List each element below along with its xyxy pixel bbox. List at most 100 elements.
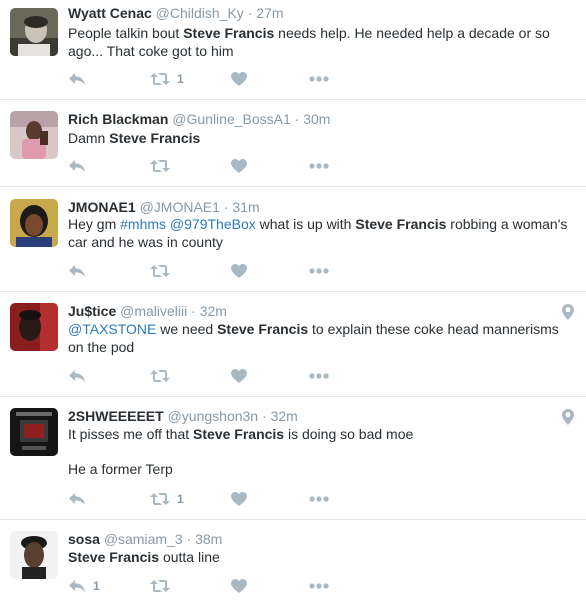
retweet-button[interactable] [150, 578, 177, 594]
retweet-button[interactable]: 1 [150, 71, 184, 87]
tweet-actions [68, 263, 348, 279]
timestamp[interactable]: 30m [303, 111, 330, 127]
tweet[interactable]: Rich Blackman @Gunline_BossA1 · 30m Damn… [0, 100, 586, 187]
tweet[interactable]: 2SHWEEEEET @yungshon3n · 32m It pisses m… [0, 397, 586, 520]
retweet-button[interactable]: 1 [150, 491, 184, 507]
like-button[interactable] [231, 158, 247, 174]
separator-dot: · [191, 303, 196, 319]
like-button[interactable] [231, 71, 247, 87]
more-button[interactable] [309, 158, 329, 174]
reply-button[interactable] [68, 491, 86, 507]
heart-icon [231, 159, 247, 173]
username[interactable]: @maliveliii [120, 303, 187, 319]
username[interactable]: @Childish_Ky [156, 5, 244, 21]
retweet-button[interactable] [150, 368, 177, 384]
username[interactable]: @samiam_3 [104, 531, 183, 547]
avatar[interactable] [10, 408, 58, 456]
separator-dot: · [223, 199, 229, 215]
timestamp[interactable]: 32m [271, 408, 298, 424]
username[interactable]: @yungshon3n [168, 408, 259, 424]
tweet-text: It pisses me off that Steve Francis is d… [68, 425, 568, 478]
separator-dot: · [262, 408, 267, 424]
tweet[interactable]: Wyatt Cenac @Childish_Ky · 27m People ta… [0, 0, 586, 100]
text-segment: what is up with [255, 216, 356, 232]
tweet-header: Rich Blackman @Gunline_BossA1 · 30m [68, 110, 330, 128]
tweet-actions: 1 [68, 71, 348, 87]
tweet-text: People talkin bout Steve Francis needs h… [68, 24, 568, 60]
more-button[interactable] [309, 491, 329, 507]
avatar[interactable] [10, 111, 58, 159]
tweet[interactable]: JMONAE1 @JMONAE1 · 31m Hey gm #mhms @979… [0, 187, 586, 292]
timestamp[interactable]: 27m [256, 5, 283, 21]
avatar[interactable] [10, 8, 58, 56]
tweet-actions: 1 [68, 578, 348, 594]
tweet-header: 2SHWEEEEET @yungshon3n · 32m [68, 407, 298, 425]
avatar[interactable] [10, 303, 58, 351]
tweet[interactable]: sosa @samiam_3 · 38m Steve Francis outta… [0, 520, 586, 606]
heart-icon [231, 492, 247, 506]
retweet-icon [150, 265, 170, 277]
more-button[interactable] [309, 263, 329, 279]
reply-button[interactable] [68, 368, 86, 384]
like-button[interactable] [231, 368, 247, 384]
like-button[interactable] [231, 491, 247, 507]
tweet-header: sosa @samiam_3 · 38m [68, 530, 222, 548]
hashtag-link[interactable]: #mhms [120, 216, 166, 232]
tweet-text: @TAXSTONE we need Steve Francis to expla… [68, 320, 568, 356]
retweet-button[interactable] [150, 158, 177, 174]
tweet-actions [68, 368, 348, 384]
retweet-icon [150, 370, 170, 382]
more-dots-icon [309, 163, 329, 169]
reply-button[interactable]: 1 [68, 578, 100, 594]
display-name[interactable]: 2SHWEEEEET [68, 408, 164, 424]
retweet-icon [150, 493, 170, 505]
timestamp[interactable]: 32m [200, 303, 227, 319]
tweet-header: Wyatt Cenac @Childish_Ky · 27m [68, 4, 284, 22]
avatar[interactable] [10, 199, 58, 247]
display-name[interactable]: Ju$tice [68, 303, 116, 319]
mention-link[interactable]: @TAXSTONE [68, 321, 156, 337]
retweet-count: 1 [177, 72, 184, 86]
reply-button[interactable] [68, 263, 86, 279]
like-button[interactable] [231, 263, 247, 279]
text-segment: outta line [159, 549, 220, 565]
like-button[interactable] [231, 578, 247, 594]
timestamp[interactable]: 31m [232, 199, 259, 215]
username[interactable]: @Gunline_BossA1 [172, 111, 291, 127]
tweet-text: Steve Francis outta line [68, 548, 568, 566]
more-dots-icon [309, 373, 329, 379]
display-name[interactable]: Rich Blackman [68, 111, 168, 127]
display-name[interactable]: sosa [68, 531, 100, 547]
tweet-text: Damn Steve Francis [68, 129, 568, 147]
tweet-timeline: Wyatt Cenac @Childish_Ky · 27m People ta… [0, 0, 586, 606]
reply-icon [69, 265, 85, 277]
highlighted-term: Steve Francis [68, 549, 160, 565]
mention-link[interactable]: @979TheBox [170, 216, 256, 232]
heart-icon [231, 579, 247, 593]
tweet[interactable]: Ju$tice @maliveliii · 32m @TAXSTONE we n… [0, 292, 586, 397]
reply-button[interactable] [68, 71, 86, 87]
display-name[interactable]: Wyatt Cenac [68, 5, 152, 21]
display-name[interactable]: JMONAE1 [68, 199, 136, 215]
location-pin-icon[interactable] [562, 304, 574, 320]
timestamp[interactable]: 38m [195, 531, 222, 547]
retweet-button[interactable] [150, 263, 177, 279]
location-pin-icon[interactable] [562, 409, 574, 425]
text-segment: Damn [68, 130, 110, 146]
heart-icon [231, 264, 247, 278]
retweet-icon [150, 580, 170, 592]
tweet-actions [68, 158, 348, 174]
more-button[interactable] [309, 71, 329, 87]
more-button[interactable] [309, 368, 329, 384]
tweet-paragraph: It pisses me off that Steve Francis is d… [68, 425, 568, 443]
reply-button[interactable] [68, 158, 86, 174]
highlighted-term: Steve Francis [183, 25, 275, 41]
highlighted-term: Steve Francis [217, 321, 309, 337]
reply-icon [69, 73, 85, 85]
username[interactable]: @JMONAE1 [140, 199, 220, 215]
more-button[interactable] [309, 578, 329, 594]
reply-count: 1 [93, 579, 100, 593]
text-segment: People talkin bout [68, 25, 184, 41]
retweet-count: 1 [177, 492, 184, 506]
avatar[interactable] [10, 531, 58, 579]
